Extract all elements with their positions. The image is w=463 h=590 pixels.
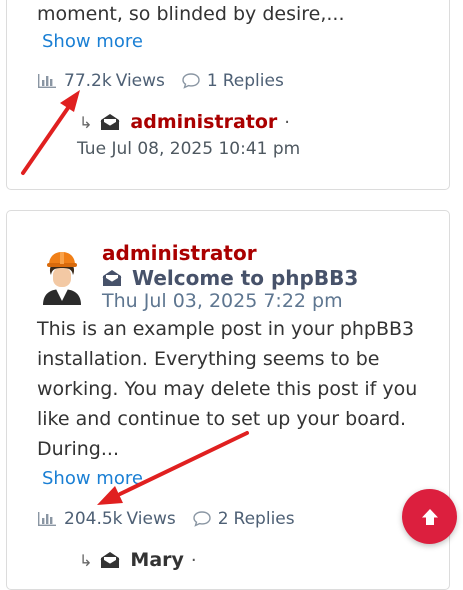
replies-label: Replies — [222, 71, 284, 91]
show-more-link[interactable]: Show more — [42, 468, 143, 489]
topic-excerpt: moment, so blinded by desire,... — [37, 3, 345, 25]
last-post-row: ↳ administrator · — [79, 111, 290, 133]
views-count: 204.5k — [64, 509, 123, 529]
bar-chart-icon — [38, 512, 56, 526]
topic-stats: 77.2k Views 1 Replies — [37, 69, 284, 93]
views-label: Views — [126, 509, 176, 529]
post-title-row: Welcome to phpBB3 — [102, 266, 358, 290]
replies-count: 1 — [206, 71, 218, 91]
topic-stats: 204.5k Views 2 Replies — [37, 507, 295, 531]
last-post-author-link[interactable]: administrator — [130, 111, 277, 133]
last-post-date: Tue Jul 08, 2025 10:41 pm — [77, 139, 301, 159]
show-more-link[interactable]: Show more — [42, 31, 143, 52]
topic-excerpt: This is an example post in your phpBB3 i… — [37, 318, 418, 460]
comment-icon — [182, 73, 200, 89]
reply-arrow-icon: ↳ — [79, 550, 93, 570]
separator: · — [284, 111, 291, 133]
topic-card: administrator Welcome to phpBB3 Thu Jul … — [6, 210, 450, 590]
comment-icon — [193, 511, 211, 527]
post-author[interactable]: administrator — [102, 241, 257, 265]
bar-chart-icon — [38, 74, 56, 88]
scroll-to-top-button[interactable] — [402, 489, 457, 544]
replies-count: 2 — [217, 509, 229, 529]
envelope-open-icon — [101, 114, 120, 130]
views-count: 77.2k — [64, 71, 112, 91]
post-date: Thu Jul 03, 2025 7:22 pm — [102, 290, 343, 312]
arrow-up-icon — [421, 508, 438, 525]
topic-card: moment, so blinded by desire,... Show mo… — [6, 0, 450, 190]
envelope-open-icon — [101, 552, 120, 568]
envelope-open-icon — [102, 270, 122, 286]
replies-label: Replies — [233, 509, 295, 529]
avatar — [43, 252, 81, 305]
last-post-author-link[interactable]: Mary — [130, 549, 183, 571]
last-post-row: ↳ Mary · — [79, 549, 197, 571]
views-label: Views — [115, 71, 165, 91]
topic-title-link[interactable]: Welcome to phpBB3 — [132, 266, 358, 290]
separator: · — [190, 549, 197, 571]
reply-arrow-icon: ↳ — [79, 112, 93, 132]
